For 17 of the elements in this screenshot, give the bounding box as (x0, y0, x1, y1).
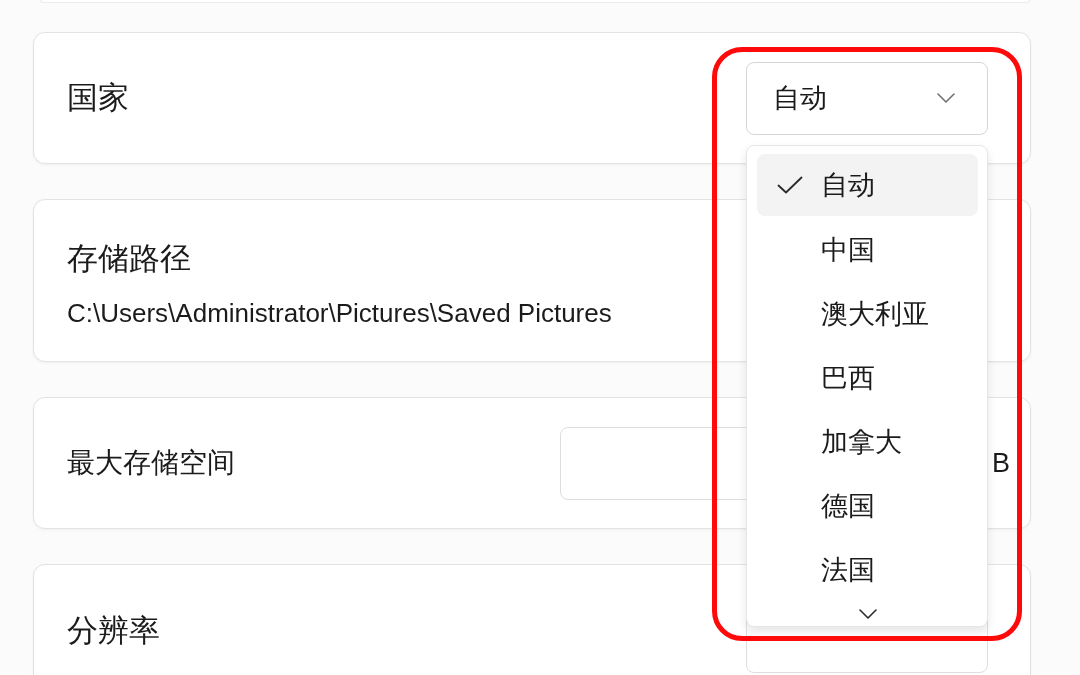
menu-option[interactable]: 澳大利亚 (757, 281, 978, 346)
chevron-down-icon[interactable] (858, 608, 877, 619)
setting-title: 分辨率 (67, 612, 160, 650)
setting-title: 国家 (67, 79, 129, 117)
menu-option[interactable]: 巴西 (757, 345, 978, 410)
setting-title: 存储路径 (67, 240, 191, 278)
dropdown-select[interactable]: 自动 (746, 61, 988, 135)
menu-option[interactable]: 德国 (757, 473, 978, 538)
menu-option[interactable]: 加拿大 (757, 409, 978, 474)
menu-option[interactable]: 法国 (757, 537, 978, 602)
chevron-down-icon (937, 93, 955, 103)
path-text: C:\Users\Administrator\Pictures\Saved Pictures (67, 298, 612, 328)
setting-label: 最大存储空间 (67, 446, 235, 480)
unit-label: B (992, 447, 1010, 480)
menu-option[interactable]: 中国 (757, 217, 978, 282)
checkmark-icon (777, 175, 803, 194)
menu-option[interactable]: 自动 (757, 153, 978, 216)
